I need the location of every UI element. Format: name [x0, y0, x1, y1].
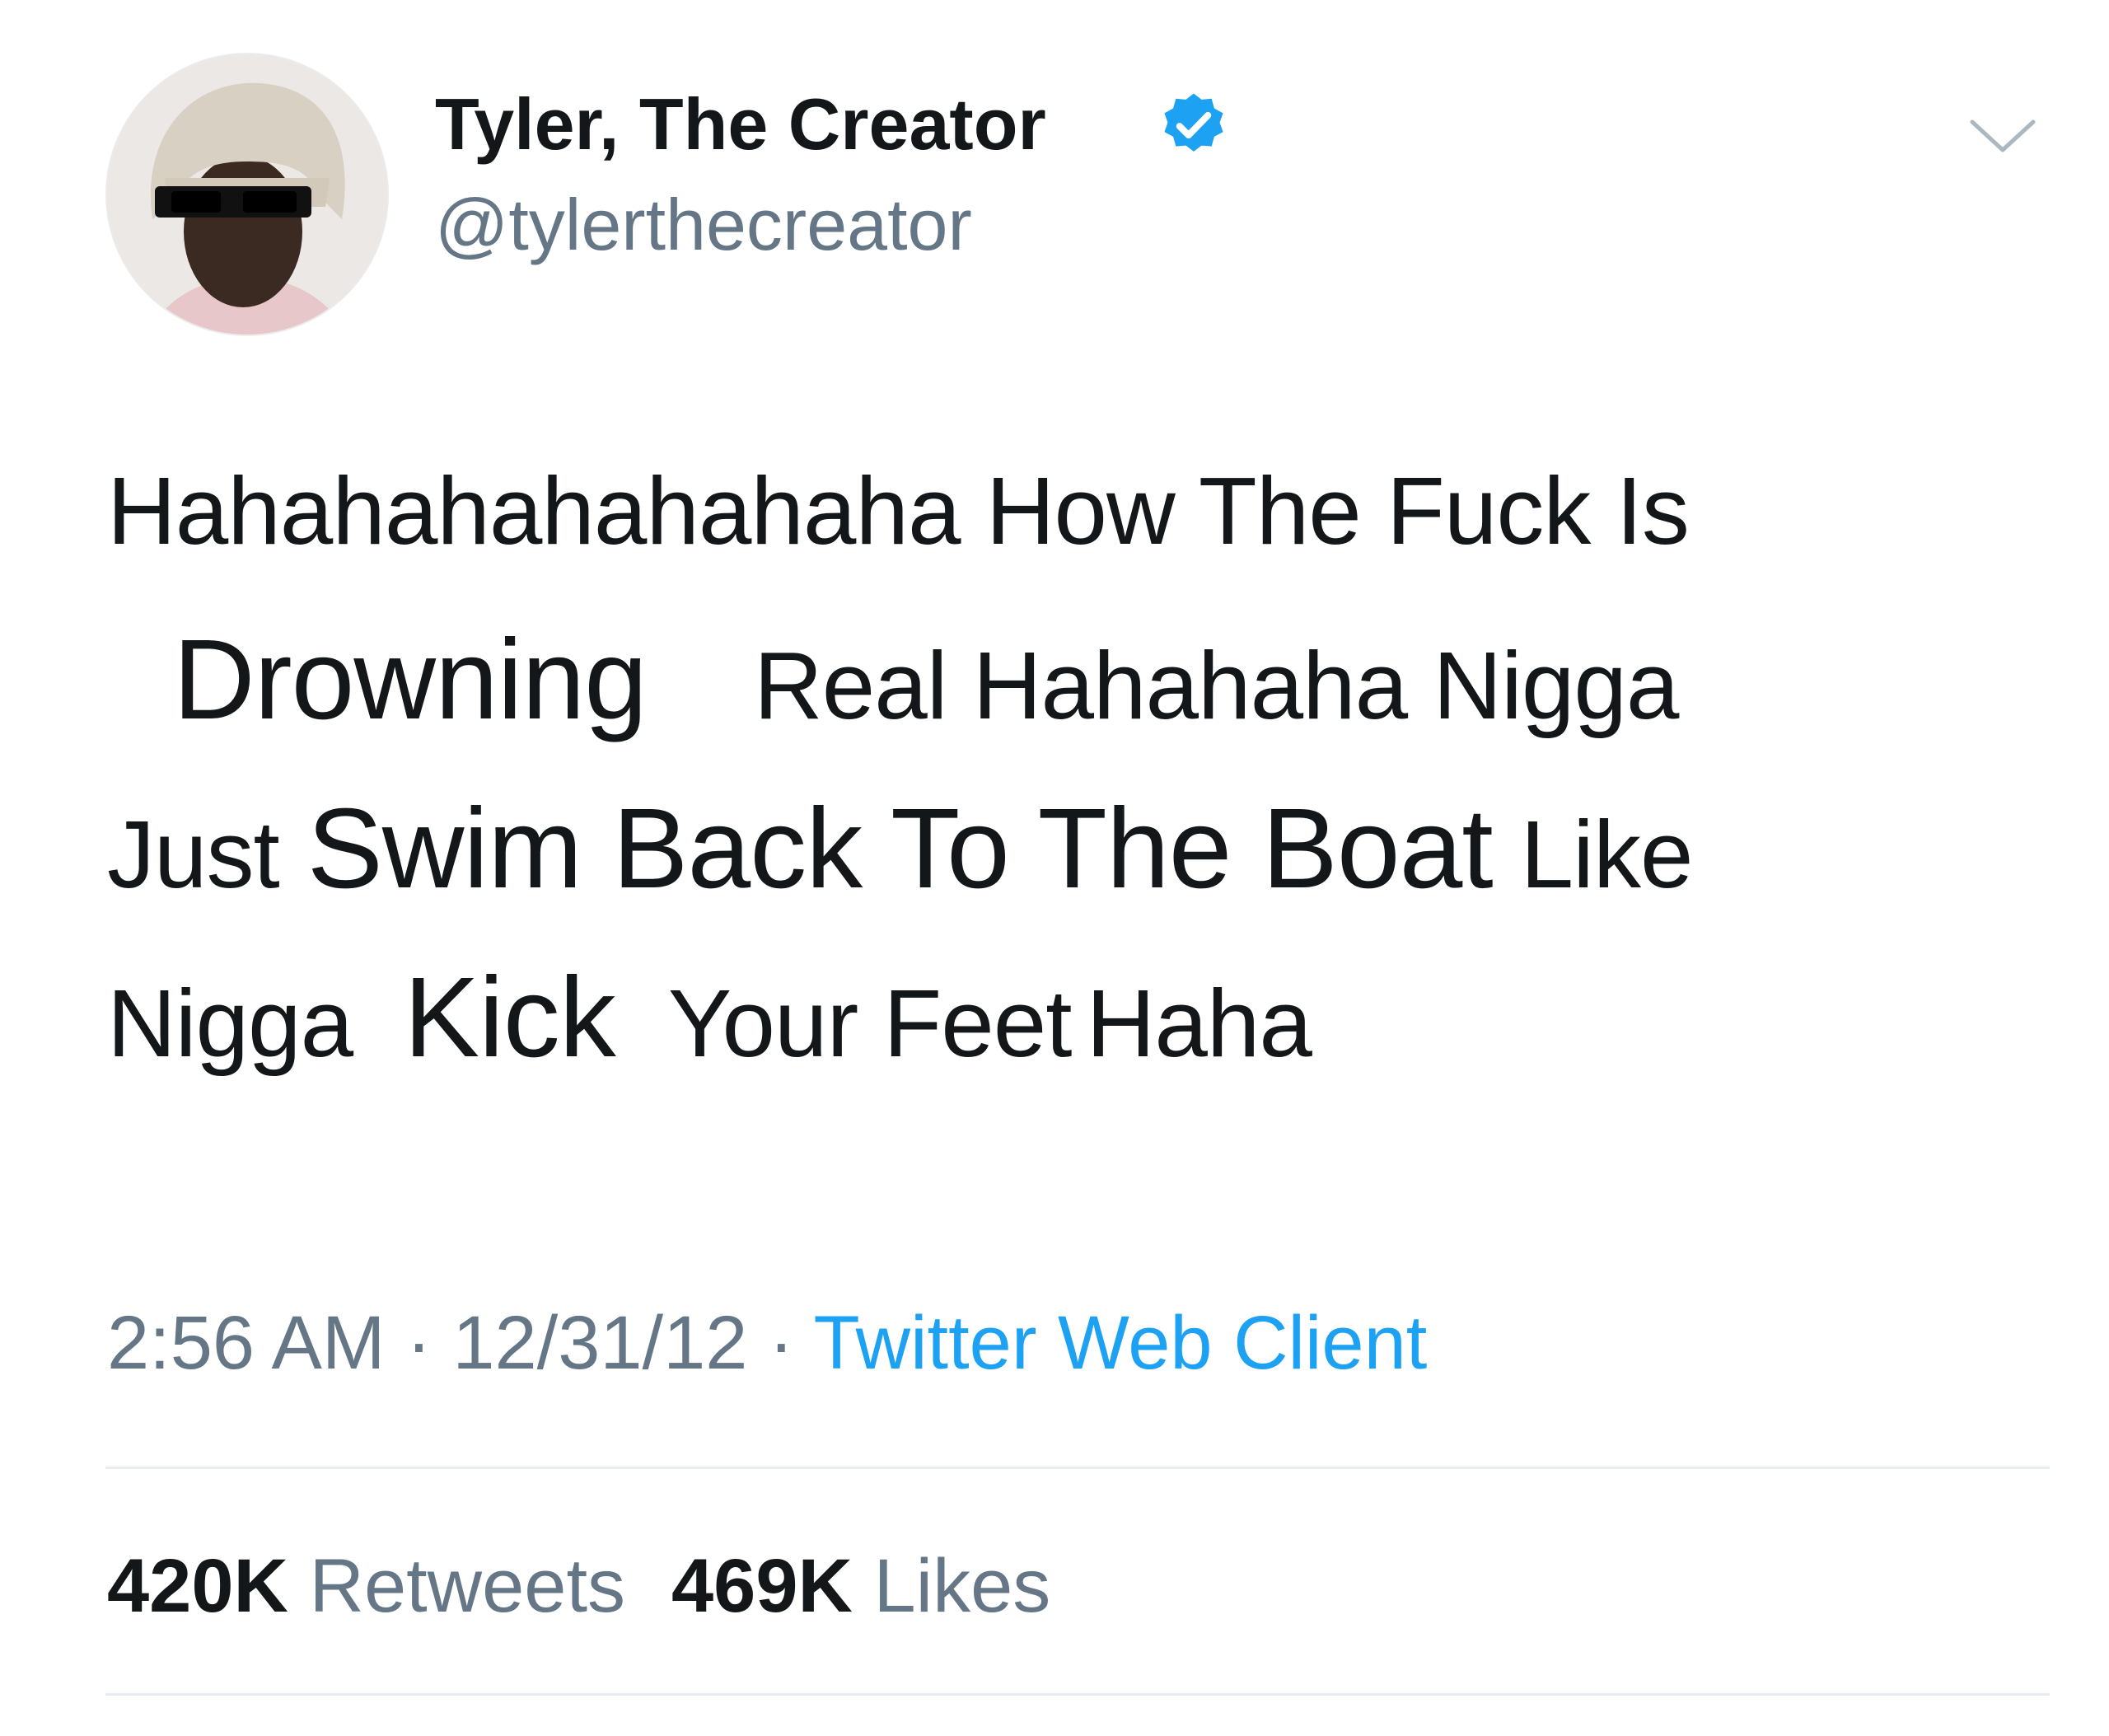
tweet-meta: 2:56 AM · 12/31/12 · Twitter Web Client [107, 1298, 1427, 1388]
avatar[interactable] [105, 53, 389, 336]
tweet-line: Drowning Real Hahahaha Nigga [107, 622, 1679, 743]
tweet-text-segment: Like [1520, 801, 1694, 908]
tweet-text-segment: Kick [404, 954, 616, 1081]
divider [105, 1693, 2050, 1696]
chevron-down-icon[interactable] [1967, 115, 2038, 157]
tweet-text-segment: Drowning [173, 616, 648, 743]
tweet-line: Nigga Kick Your Feet Haha [107, 960, 1312, 1081]
retweets-label: Retweets [309, 1544, 626, 1628]
likes-label: Likes [873, 1544, 1051, 1628]
tweet-text-segment: Swim Back To The Boat [306, 785, 1494, 912]
meta-separator: · [406, 1301, 432, 1385]
tweet-card: Tyler, The Creator @tylerthecreator Haha… [0, 0, 2109, 1736]
tweet-text-segment: Haha [1086, 970, 1312, 1077]
meta-separator: · [769, 1301, 794, 1385]
divider [105, 1467, 2050, 1469]
tweet-time[interactable]: 2:56 AM [107, 1301, 386, 1385]
tweet-line: Hahahahahahahaha How The Fuck Is [107, 453, 1690, 569]
tweet-date[interactable]: 12/31/12 [452, 1301, 747, 1385]
avatar-photo-icon [107, 54, 387, 335]
tweet-text-segment: Real Hahahaha Nigga [753, 632, 1679, 739]
tweet-text-segment: Your Feet [667, 970, 1073, 1077]
tweet-source-link[interactable]: Twitter Web Client [814, 1301, 1428, 1385]
display-name[interactable]: Tyler, The Creator [435, 79, 1046, 170]
tweet-line: Just Swim Back To The Boat Like [107, 791, 1694, 912]
retweets-count: 420K [107, 1544, 288, 1628]
retweets-stat[interactable]: 420K Retweets [107, 1544, 625, 1628]
tweet-text-segment: Nigga [107, 970, 353, 1077]
tweet-stats: 420K Retweets 469K Likes [107, 1541, 1050, 1631]
tweet-text-segment: Hahahahahahahaha How The Fuck Is [107, 457, 1690, 564]
verified-badge-icon [1164, 93, 1223, 152]
tweet-text-segment: Just [107, 801, 280, 908]
user-handle[interactable]: @tylerthecreator [435, 180, 972, 270]
likes-count: 469K [671, 1544, 853, 1628]
likes-stat[interactable]: 469K Likes [671, 1544, 1050, 1628]
